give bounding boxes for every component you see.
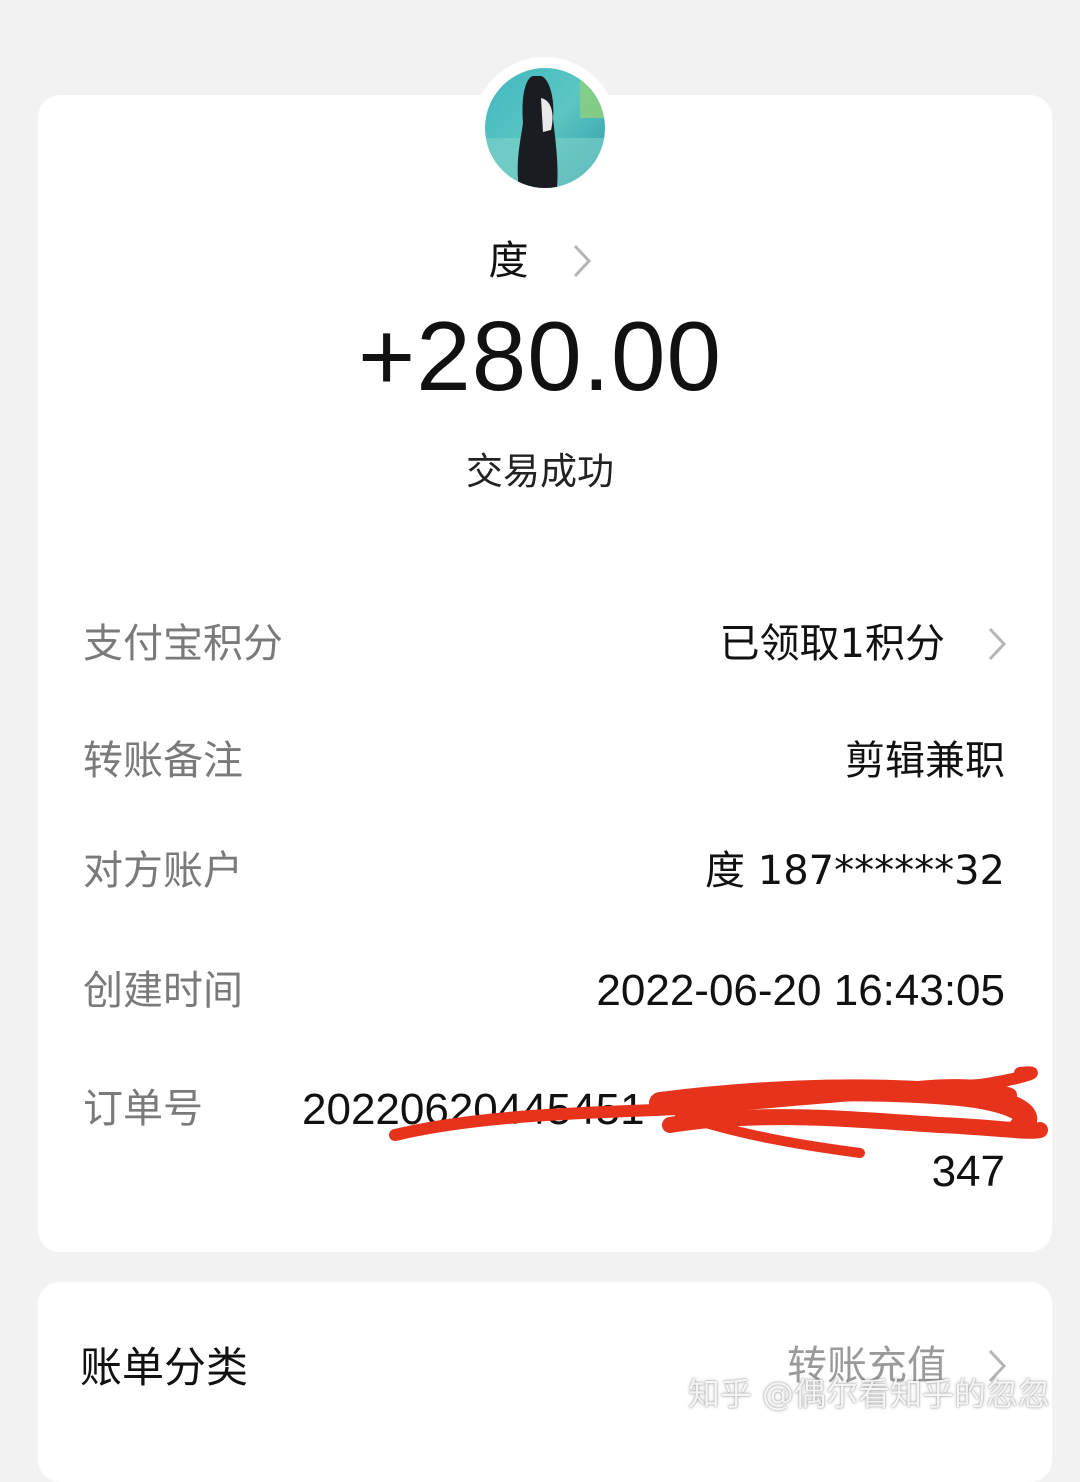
- order-label: 订单号: [83, 1086, 203, 1132]
- created-time-row: 创建时间 2022-06-20 16:43:05: [0, 961, 1080, 1021]
- note-value: 剪辑兼职: [845, 738, 1005, 784]
- chevron-right-icon: [988, 627, 1007, 661]
- chevron-right-icon: [573, 244, 591, 278]
- bill-category-label: 账单分类: [80, 1343, 249, 1392]
- account-row: 对方账户 度 187******32: [0, 841, 1080, 901]
- points-label: 支付宝积分: [83, 621, 283, 667]
- transaction-amount: +280.00: [358, 301, 722, 411]
- note-row: 转账备注 剪辑兼职: [0, 731, 1080, 791]
- payer-name: 度: [488, 238, 529, 284]
- transaction-status: 交易成功: [466, 450, 614, 493]
- payer-name-row[interactable]: 度: [0, 233, 1080, 289]
- account-value: 度 187******32: [705, 848, 1005, 894]
- zhihu-watermark: 知乎 @偶尔看知乎的忽忽: [687, 1375, 1050, 1413]
- order-number-tail: 347: [931, 1147, 1005, 1196]
- avatar-photo-icon: [485, 68, 605, 188]
- created-time-label: 创建时间: [83, 968, 243, 1014]
- created-time-value: 2022-06-20 16:43:05: [596, 966, 1005, 1015]
- note-label: 转账备注: [83, 738, 243, 784]
- points-row[interactable]: 支付宝积分 已领取1积分: [0, 614, 1080, 674]
- avatar[interactable]: [485, 68, 605, 188]
- points-value: 已领取1积分: [719, 621, 945, 667]
- account-label: 对方账户: [83, 848, 243, 894]
